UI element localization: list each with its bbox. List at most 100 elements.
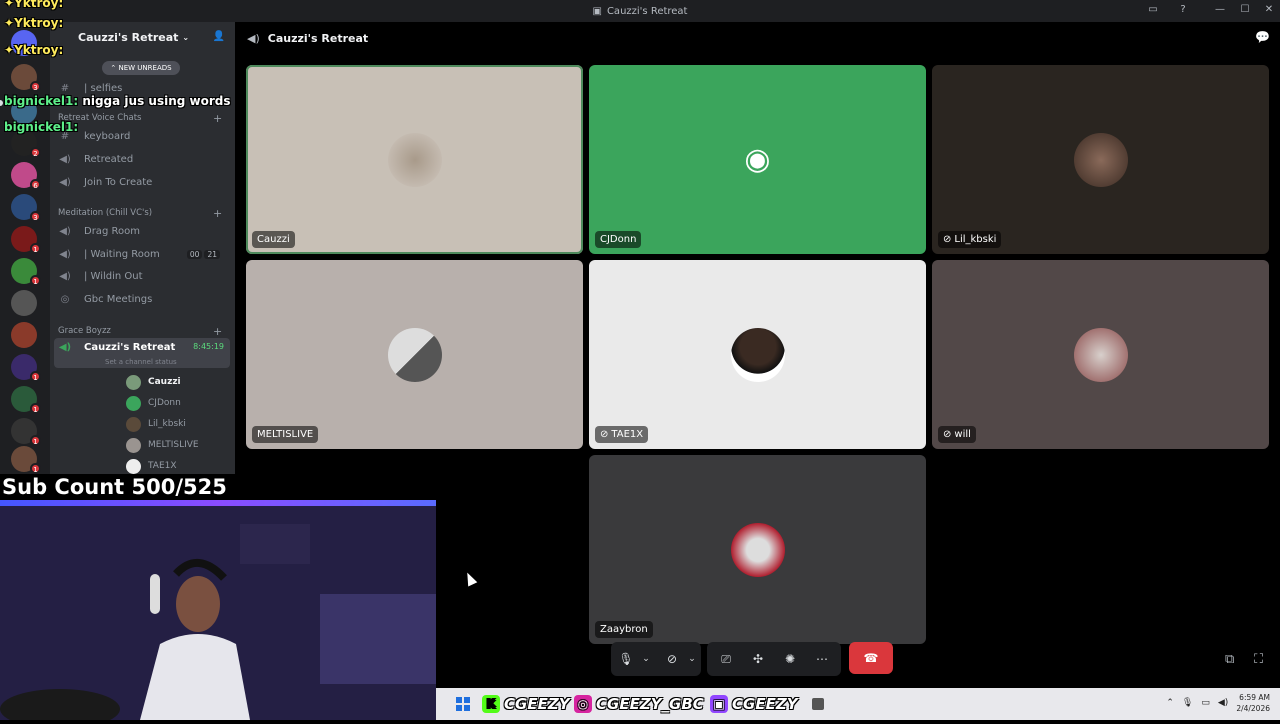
- volume-icon[interactable]: ◀): [1218, 698, 1228, 708]
- disconnect-button[interactable]: ☎: [849, 642, 893, 674]
- hash-icon: #: [60, 130, 70, 142]
- avatar: [730, 522, 785, 577]
- server-icon[interactable]: 1: [11, 258, 41, 286]
- help-icon[interactable]: ?: [1176, 3, 1190, 17]
- server-icon[interactable]: [11, 30, 37, 56]
- guild-header[interactable]: Cauzzi's Retreat ⌄: [50, 22, 235, 52]
- channel-gbc-meetings[interactable]: ◎ Gbc Meetings: [58, 289, 228, 309]
- category-meditation[interactable]: Meditation (Chill VC's) +: [58, 207, 222, 220]
- speaker-icon: ◀): [247, 31, 260, 45]
- avatar: [1073, 132, 1128, 187]
- server-icon[interactable]: 2: [11, 130, 41, 158]
- user-limit-badge: 00 21: [186, 249, 220, 259]
- participant-tile[interactable]: ⊘ Lil_kbski: [932, 65, 1269, 254]
- voice-member[interactable]: CJDonn: [126, 394, 181, 412]
- microphone-icon[interactable]: 🎙: [615, 648, 637, 670]
- voice-member[interactable]: Cauzzi: [126, 373, 181, 391]
- server-icon[interactable]: 1: [11, 446, 41, 474]
- channel-retreated[interactable]: ◀) Retreated: [58, 149, 228, 169]
- channel-status-hint[interactable]: Set a channel status: [105, 358, 177, 366]
- plus-icon[interactable]: +: [213, 325, 222, 338]
- activities-icon[interactable]: ✣: [747, 648, 769, 670]
- server-icon[interactable]: 3: [11, 194, 41, 222]
- server-list: 3 2 6 3 1 1 1 1 1 1: [0, 22, 50, 474]
- camera-off-icon[interactable]: ⊘: [661, 648, 683, 670]
- close-button[interactable]: ✕: [1262, 3, 1276, 17]
- clock[interactable]: 6:59 AM 2/4/2026: [1236, 692, 1270, 714]
- channel-selfies[interactable]: # | selfies: [58, 78, 228, 98]
- avatar: [387, 327, 442, 382]
- server-icon[interactable]: 6: [11, 162, 41, 190]
- participant-name: ⊘ Lil_kbski: [938, 231, 1002, 248]
- hash-icon: #: [60, 82, 70, 94]
- server-icon[interactable]: 1: [11, 226, 41, 254]
- server-icon[interactable]: 1: [11, 354, 41, 382]
- maximize-button[interactable]: ☐: [1238, 3, 1252, 17]
- channel-sidebar: Cauzzi's Retreat ⌄ 👤 ⌃ NEW UNREADS # | sel…: [50, 22, 257, 479]
- server-icon[interactable]: 1: [11, 386, 41, 414]
- app-taskbar-icon[interactable]: [812, 698, 824, 710]
- social-handle: ◎ CGEEZY_GBC: [574, 694, 704, 714]
- category-retreat-voice[interactable]: Retreat Voice Chats +: [58, 112, 222, 125]
- participant-name: Cauzzi: [252, 231, 295, 248]
- server-icon[interactable]: [11, 98, 37, 124]
- avatar: [126, 437, 141, 453]
- speaker-icon: ◀): [59, 153, 71, 165]
- participant-tile[interactable]: ⊘ TAE1X: [589, 260, 926, 449]
- server-icon[interactable]: [11, 290, 37, 316]
- participant-tile[interactable]: ◉ CJDonn: [589, 65, 926, 254]
- speaker-icon: ◀): [59, 176, 71, 188]
- windows-start-icon[interactable]: [456, 697, 470, 711]
- twitch-icon: ▣: [710, 695, 728, 713]
- avatar: [1073, 327, 1128, 382]
- channel-wildin-out[interactable]: ◀) | Wildin Out: [58, 266, 228, 286]
- webcam-overlay: [0, 474, 436, 724]
- channel-drag-room[interactable]: ◀) Drag Room: [58, 221, 228, 241]
- minimize-button[interactable]: —: [1213, 3, 1227, 17]
- participant-tile[interactable]: MELTISLIVE: [246, 260, 583, 449]
- call-controls: 🎙 ⌄ ⊘ ⌄ ⎚ ✣ ✺ ⋯ ☎: [611, 642, 911, 678]
- new-unreads-pill[interactable]: ⌃ NEW UNREADS: [102, 61, 180, 75]
- plus-icon[interactable]: +: [213, 112, 222, 125]
- channel-waiting-room[interactable]: ◀) | Waiting Room 00 21: [58, 244, 228, 264]
- channel-keyboard[interactable]: # keyboard: [58, 126, 228, 146]
- soundboard-icon[interactable]: ✺: [779, 648, 801, 670]
- channel-join-to-create[interactable]: ◀) Join To Create: [58, 172, 228, 192]
- instagram-icon: ◎: [574, 695, 592, 713]
- avatar: [126, 395, 141, 411]
- chevron-up-icon: ⌃: [110, 64, 119, 72]
- participant-name: CJDonn: [595, 231, 642, 248]
- system-tray: ⌃ 🎙 ▭ ◀) 6:59 AM 2/4/2026: [1166, 692, 1270, 714]
- inbox-icon[interactable]: ▭: [1146, 3, 1160, 17]
- chat-bubble-icon[interactable]: 💬: [1255, 30, 1270, 44]
- fullscreen-icon[interactable]: ⛶: [1254, 652, 1263, 667]
- microphone-tray-icon[interactable]: 🎙: [1182, 698, 1193, 708]
- avatar: [126, 458, 141, 474]
- server-icon[interactable]: 3: [11, 64, 41, 92]
- chevron-up-icon[interactable]: ⌃: [1166, 698, 1174, 708]
- more-icon[interactable]: ⋯: [811, 648, 833, 670]
- network-icon[interactable]: ▭: [1201, 698, 1210, 708]
- plus-icon[interactable]: +: [213, 207, 222, 220]
- server-icon[interactable]: [11, 322, 37, 348]
- participant-tile[interactable]: Zaaybron: [589, 455, 926, 644]
- participant-name: MELTISLIVE: [252, 426, 319, 443]
- voice-member[interactable]: Lil_kbski: [126, 415, 186, 433]
- participant-name: ⊘ will: [938, 426, 976, 443]
- participant-tile[interactable]: Cauzzi: [246, 65, 583, 254]
- speaker-icon: ◀): [59, 270, 71, 282]
- voice-header: ◀) Cauzzi's Retreat: [247, 31, 369, 45]
- chevron-down-icon[interactable]: ⌄: [635, 648, 657, 670]
- category-grace-boyzz[interactable]: Grace Boyzz +: [58, 325, 222, 338]
- chevron-down-icon[interactable]: ⌄: [681, 648, 703, 670]
- sub-count-text: Sub Count 500/525: [0, 474, 436, 500]
- invite-icon[interactable]: 👤: [213, 31, 225, 42]
- voice-member[interactable]: MELTISLIVE: [126, 436, 199, 454]
- popout-icon[interactable]: ⧉: [1225, 652, 1234, 667]
- speaker-icon: ◀): [59, 248, 71, 260]
- voice-member[interactable]: TAE1X: [126, 457, 177, 475]
- screen-share-icon[interactable]: ⎚: [715, 648, 737, 670]
- server-icon[interactable]: 1: [11, 418, 41, 446]
- avatar: [387, 132, 442, 187]
- participant-tile[interactable]: ⊘ will: [932, 260, 1269, 449]
